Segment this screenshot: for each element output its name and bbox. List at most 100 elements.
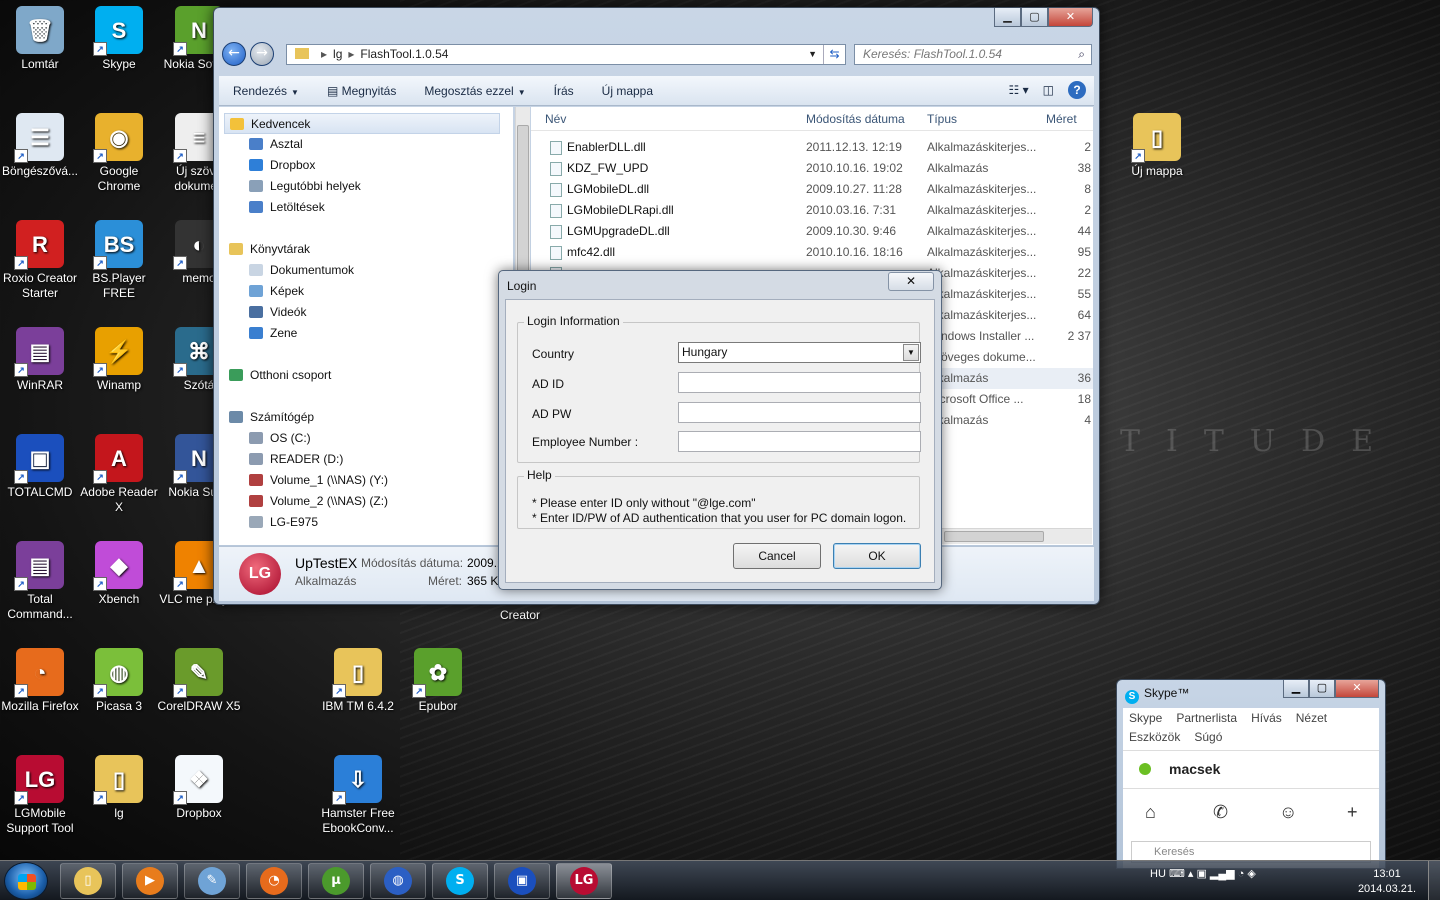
- column-modified[interactable]: Módosítás dátuma: [806, 112, 905, 126]
- horizontal-scrollbar[interactable]: [942, 528, 1092, 544]
- security-icon[interactable]: ◈: [1247, 868, 1255, 880]
- scrollbar-thumb[interactable]: [944, 531, 1044, 542]
- help-icon[interactable]: ?: [1068, 81, 1086, 99]
- nav-item[interactable]: READER (D:): [249, 449, 343, 470]
- taskbar-button-totalcmd[interactable]: ▣: [494, 863, 550, 899]
- taskbar-button-media[interactable]: ▶: [122, 863, 178, 899]
- taskbar-button-lg[interactable]: LG: [556, 863, 612, 899]
- desktop-icon[interactable]: ▯ ↗ IBM TM 6.4.2: [316, 648, 400, 714]
- contacts-icon[interactable]: ☺: [1279, 802, 1297, 823]
- nav-item[interactable]: Kedvencek: [224, 113, 500, 134]
- desktop-icon[interactable]: BS ↗ BS.Player FREE: [77, 220, 161, 301]
- nav-item[interactable]: Képek: [249, 281, 304, 302]
- desktop-icon[interactable]: ▤ ↗ Total Command...: [0, 541, 82, 622]
- skype-menu-item[interactable]: Eszközök: [1129, 730, 1180, 744]
- skype-menu-item[interactable]: Skype: [1129, 711, 1162, 725]
- desktop-icon[interactable]: ✎ ↗ CorelDRAW X5: [157, 648, 241, 714]
- desktop-icon[interactable]: ▣ ↗ TOTALCMD: [0, 434, 82, 500]
- skype-menu-item[interactable]: Partnerlista: [1176, 711, 1237, 725]
- phone-icon[interactable]: ✆: [1213, 802, 1228, 823]
- nav-item[interactable]: LG-E975: [249, 512, 318, 533]
- taskbar-button-globe[interactable]: ◍: [370, 863, 426, 899]
- skype-close-button[interactable]: ✕: [1335, 680, 1379, 698]
- nav-item[interactable]: Számítógép: [229, 407, 314, 428]
- desktop-icon[interactable]: ☰ ↗ Böngészővá...: [0, 113, 82, 179]
- cancel-button[interactable]: Cancel: [733, 543, 821, 569]
- desktop-icon[interactable]: ◍ ↗ Picasa 3: [77, 648, 161, 714]
- skype-menu-item[interactable]: Hívás: [1251, 711, 1282, 725]
- skype-window[interactable]: S Skype™ ▁ ▢ ✕ Skype Partnerlista Hívás Néze…: [1116, 679, 1386, 869]
- employee-number-input[interactable]: [678, 431, 921, 452]
- nav-item[interactable]: Legutóbbi helyek: [249, 176, 361, 197]
- volume-icon[interactable]: ◔: [1238, 868, 1248, 880]
- burn-button[interactable]: Írás: [540, 84, 588, 98]
- new-folder-button[interactable]: Új mappa: [588, 84, 667, 98]
- language-indicator[interactable]: HU: [1150, 868, 1166, 880]
- column-size[interactable]: Méret: [1046, 112, 1077, 126]
- desktop-icon[interactable]: A ↗ Adobe Reader X: [77, 434, 161, 515]
- nav-item[interactable]: Dropbox: [249, 155, 315, 176]
- desktop-icon[interactable]: S ↗ Skype: [77, 6, 161, 72]
- table-row[interactable]: EnablerDLL.dll 2011.12.13. 12:19 Alkalmazá…: [531, 137, 1093, 158]
- taskbar-button-explorer[interactable]: ▯: [60, 863, 116, 899]
- skype-menu-item[interactable]: Nézet: [1296, 711, 1327, 725]
- view-options-icon[interactable]: ☷ ▾: [1009, 83, 1029, 97]
- desktop-icon[interactable]: ⇩ ↗ Hamster Free EbookConv...: [316, 755, 400, 836]
- search-icon[interactable]: ⌕: [1078, 45, 1085, 64]
- desktop-icon[interactable]: ◔ ↗ Mozilla Firefox: [0, 648, 82, 714]
- adid-input[interactable]: [678, 372, 921, 393]
- open-button[interactable]: ▤ Megnyitás: [313, 84, 410, 98]
- nav-item[interactable]: Asztal: [249, 134, 303, 155]
- desktop-icon[interactable]: 🗑 Lomtár: [0, 6, 82, 72]
- desktop-icon[interactable]: LG ↗ LGMobile Support Tool: [0, 755, 82, 836]
- desktop-icon[interactable]: ▯ ↗ lg: [77, 755, 161, 821]
- table-row[interactable]: KDZ_FW_UPD 2010.10.16. 19:02 Alkalmazás 38: [531, 158, 1093, 179]
- desktop-icon[interactable]: ✿ ↗ Epubor: [396, 648, 480, 714]
- nav-item[interactable]: Volume_1 (\\NAS) (Y:): [249, 470, 388, 491]
- nav-item[interactable]: Volume_2 (\\NAS) (Z:): [249, 491, 388, 512]
- taskbar-button-skype[interactable]: S: [432, 863, 488, 899]
- login-dialog[interactable]: Login ✕ Login Information Country Hungar…: [498, 270, 942, 590]
- forward-button[interactable]: →: [250, 42, 274, 66]
- desktop-icon[interactable]: ◉ ↗ Google Chrome: [77, 113, 161, 194]
- start-button[interactable]: [4, 862, 48, 900]
- table-row[interactable]: LGMUpgradeDL.dll 2009.10.30. 9:46 Alkalmaz…: [531, 221, 1093, 242]
- nav-item[interactable]: Otthoni csoport: [229, 365, 331, 386]
- chevron-down-icon[interactable]: ▼: [903, 344, 919, 361]
- breadcrumb-lg[interactable]: lg: [333, 47, 342, 61]
- dialog-close-button[interactable]: ✕: [888, 272, 934, 291]
- adpw-input[interactable]: [678, 402, 921, 423]
- add-contact-icon[interactable]: +: [1347, 802, 1358, 823]
- skype-user[interactable]: macsek: [1139, 761, 1220, 777]
- online-status-icon[interactable]: [1139, 763, 1151, 775]
- refresh-icon[interactable]: ⇆: [823, 45, 845, 64]
- keyboard-icon[interactable]: ⌨: [1169, 868, 1188, 880]
- nav-item[interactable]: OS (C:): [249, 428, 311, 449]
- breadcrumb-current[interactable]: FlashTool.1.0.54: [360, 47, 448, 61]
- desktop-icon[interactable]: ❖ ↗ Dropbox: [157, 755, 241, 821]
- skype-menu-item[interactable]: Súgó: [1194, 730, 1222, 744]
- chevron-down-icon[interactable]: ▼: [808, 45, 817, 64]
- home-icon[interactable]: ⌂: [1145, 802, 1156, 823]
- taskbar-button-utorrent[interactable]: µ: [308, 863, 364, 899]
- taskbar-button-firefox[interactable]: ◔: [246, 863, 302, 899]
- maximize-button[interactable]: ▢: [1021, 8, 1048, 27]
- minimize-button[interactable]: ▁: [994, 8, 1021, 27]
- desktop-icon[interactable]: ▯ ↗ Új mappa: [1115, 113, 1199, 179]
- show-desktop-button[interactable]: [1428, 861, 1440, 900]
- column-name[interactable]: Név: [545, 112, 566, 126]
- share-button[interactable]: Megosztás ezzel ▼: [410, 84, 539, 98]
- preview-pane-icon[interactable]: ◫: [1043, 83, 1054, 97]
- close-button[interactable]: ✕: [1048, 8, 1093, 27]
- table-row[interactable]: LGMobileDL.dll 2009.10.27. 11:28 Alkalmazá…: [531, 179, 1093, 200]
- tray-app-icon[interactable]: ▣: [1196, 868, 1209, 880]
- nav-item[interactable]: Dokumentumok: [249, 260, 354, 281]
- table-row[interactable]: mfc42.dll 2010.10.16. 18:16 Alkalmazáskite…: [531, 242, 1093, 263]
- desktop-icon[interactable]: ⚡ ↗ Winamp: [77, 327, 161, 393]
- network-icon[interactable]: ▂▄▆: [1210, 868, 1238, 880]
- desktop-icon[interactable]: ◆ ↗ Xbench: [77, 541, 161, 607]
- ok-button[interactable]: OK: [833, 543, 921, 569]
- nav-item[interactable]: Letöltések: [249, 197, 325, 218]
- column-type[interactable]: Típus: [927, 112, 957, 126]
- back-button[interactable]: ←: [222, 42, 246, 66]
